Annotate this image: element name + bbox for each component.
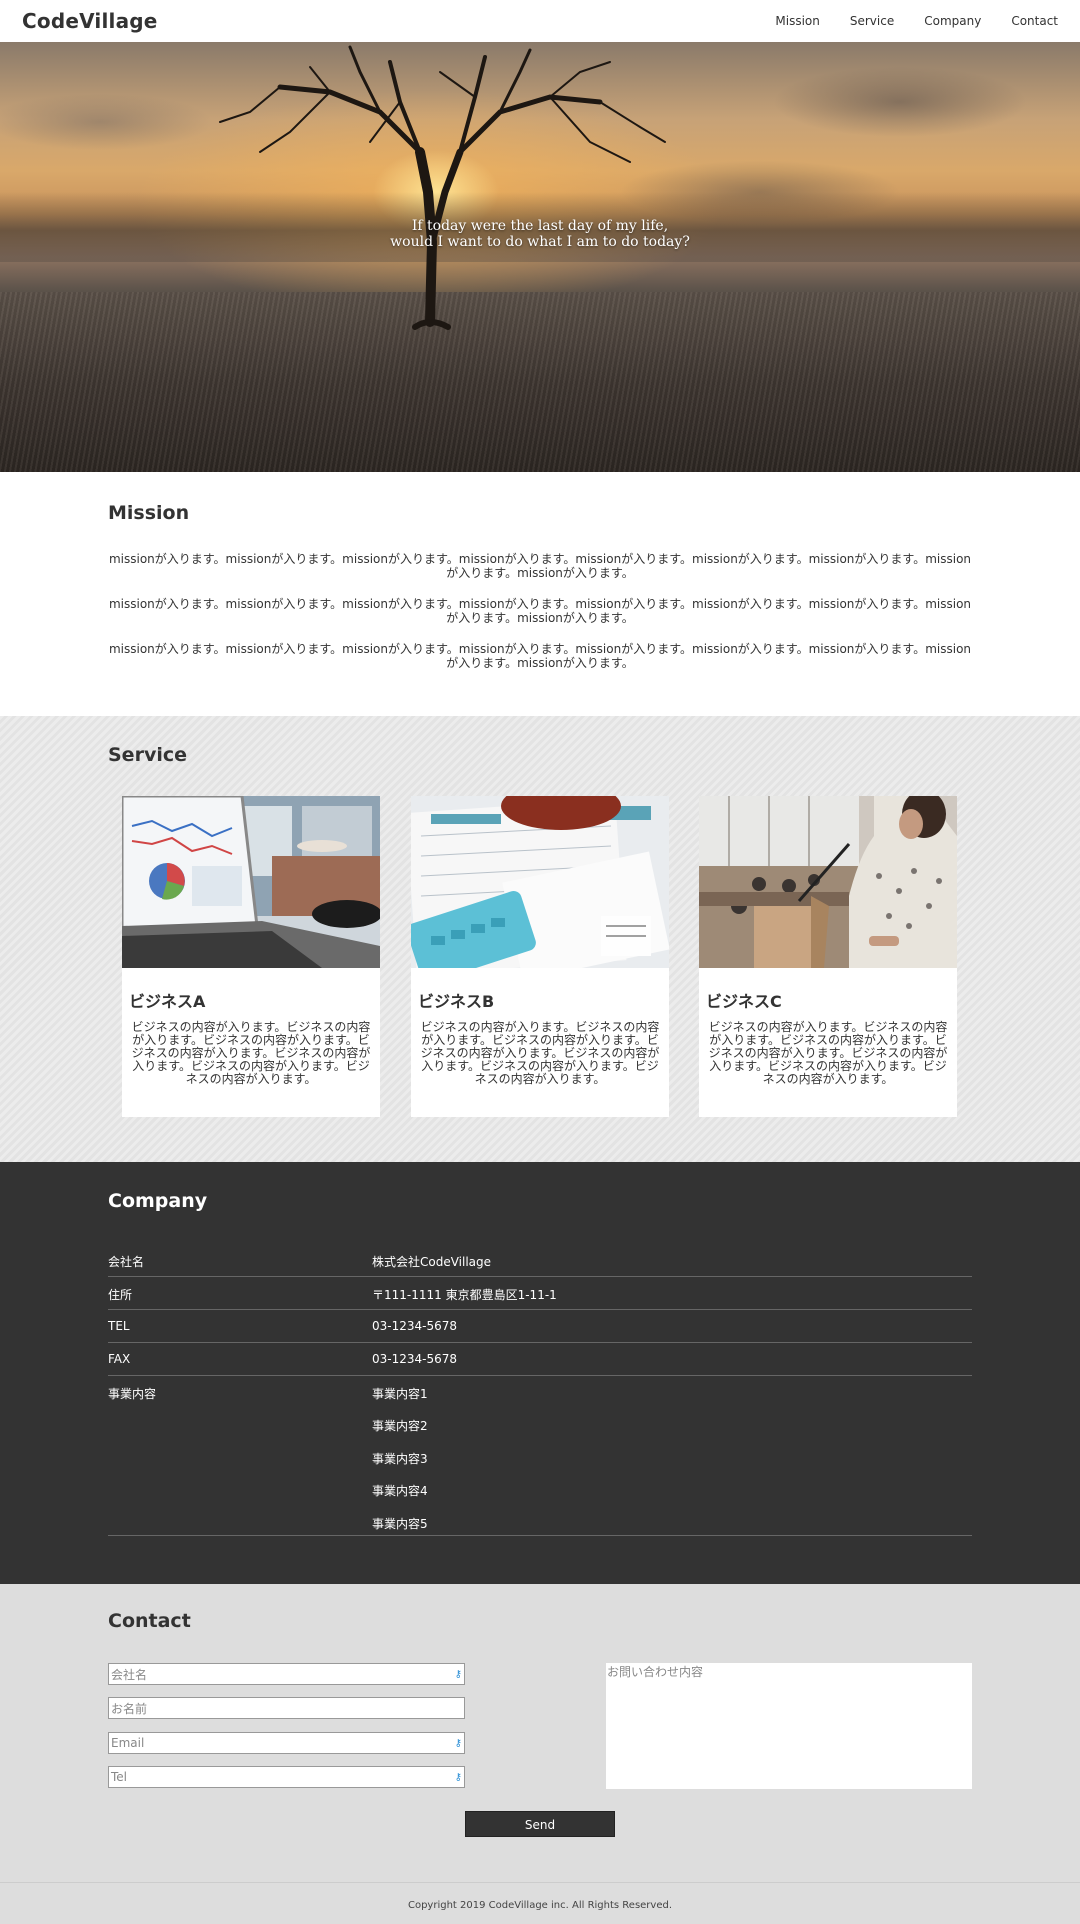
service-card-title: ビジネスC <box>706 992 782 1011</box>
nav-link-company[interactable]: Company <box>924 14 981 28</box>
message-placeholder: お問い合わせ内容 <box>607 1665 704 1679</box>
name-placeholder: お名前 <box>111 1701 148 1716</box>
company-row-label: 会社名 <box>108 1255 145 1269</box>
business-item: 事業内容3 <box>372 1452 428 1466</box>
company-name-input[interactable]: 会社名 ⚷ <box>108 1663 465 1685</box>
contact-section: Contact 会社名 ⚷ お名前 Email ⚷ Tel ⚷ お問い合わせ内容… <box>0 1584 1080 1924</box>
tel-placeholder: Tel <box>111 1770 128 1784</box>
service-title: Service <box>108 744 187 766</box>
service-card-title: ビジネスB <box>418 992 495 1011</box>
company-row: TEL 03-1234-5678 <box>108 1310 972 1343</box>
laptop-chart-image <box>122 796 380 968</box>
business-item: 事業内容1 <box>372 1387 428 1401</box>
footer-divider <box>0 1882 1080 1883</box>
service-card-a: ビジネスA ビジネスの内容が入ります。ビジネスの内容が入ります。ビジネスの内容が… <box>122 796 380 1117</box>
company-row-label: TEL <box>108 1319 130 1333</box>
company-row-value: 株式会社CodeVillage <box>372 1255 492 1269</box>
company-row: 事業内容 事業内容1 事業内容2 事業内容3 事業内容4 事業内容5 <box>108 1376 972 1536</box>
service-card-b: ビジネスB ビジネスの内容が入ります。ビジネスの内容が入ります。ビジネスの内容が… <box>411 796 669 1117</box>
nav-link-service[interactable]: Service <box>850 14 894 28</box>
email-input[interactable]: Email ⚷ <box>108 1732 465 1754</box>
company-row-label: FAX <box>108 1352 131 1366</box>
mission-title: Mission <box>108 502 190 524</box>
copyright-text: Copyright 2019 CodeVillage inc. All Righ… <box>407 1900 673 1911</box>
company-row-value: 03-1234-5678 <box>372 1319 458 1333</box>
company-row-label: 事業内容 <box>108 1387 157 1401</box>
service-card-text: ビジネスの内容が入ります。ビジネスの内容が入ります。ビジネスの内容が入ります。ビ… <box>131 1020 371 1086</box>
hero-quote: If today were the last day of my life, w… <box>0 218 1080 250</box>
mission-paragraph: missionが入ります。missionが入ります。missionが入ります。m… <box>108 597 972 625</box>
company-row: 会社名 株式会社CodeVillage <box>108 1249 972 1277</box>
mission-paragraph: missionが入ります。missionが入ります。missionが入ります。m… <box>108 552 972 580</box>
name-input[interactable]: お名前 <box>108 1697 465 1719</box>
key-icon[interactable]: ⚷ <box>455 1738 462 1749</box>
company-section: Company 会社名 株式会社CodeVillage 住所 〒111-1111… <box>0 1162 1080 1584</box>
service-card-text: ビジネスの内容が入ります。ビジネスの内容が入ります。ビジネスの内容が入ります。ビ… <box>420 1020 660 1086</box>
presentation-image <box>699 796 957 968</box>
company-title: Company <box>108 1190 208 1212</box>
email-placeholder: Email <box>111 1736 145 1750</box>
company-row-label: 住所 <box>108 1288 133 1302</box>
business-item: 事業内容2 <box>372 1419 428 1433</box>
hero-image: If today were the last day of my life, w… <box>0 42 1080 472</box>
tel-input[interactable]: Tel ⚷ <box>108 1766 465 1788</box>
site-header: CodeVillage Mission Service Company Cont… <box>0 0 1080 42</box>
calculator-receipts-image <box>411 796 669 968</box>
company-name-placeholder: 会社名 <box>111 1667 148 1682</box>
hero-quote-line-1: If today were the last day of my life, <box>411 218 669 234</box>
key-icon[interactable]: ⚷ <box>455 1772 462 1783</box>
message-textarea[interactable]: お問い合わせ内容 <box>606 1663 972 1789</box>
company-row: FAX 03-1234-5678 <box>108 1343 972 1376</box>
main-nav: Mission Service Company Contact <box>745 14 1058 28</box>
tree-silhouette <box>219 45 666 330</box>
site-logo[interactable]: CodeVillage <box>22 9 158 33</box>
mission-paragraph: missionが入ります。missionが入ります。missionが入ります。m… <box>108 642 972 670</box>
contact-title: Contact <box>108 1610 191 1632</box>
company-row-value: 03-1234-5678 <box>372 1352 458 1366</box>
service-card-text: ビジネスの内容が入ります。ビジネスの内容が入ります。ビジネスの内容が入ります。ビ… <box>708 1020 948 1086</box>
company-row-value: 〒111-1111 東京都豊島区1-11-1 <box>372 1288 557 1302</box>
mission-section: Mission missionが入ります。missionが入ります。missio… <box>0 472 1080 716</box>
hero-quote-line-2: would I want to do what I am to do today… <box>390 234 690 250</box>
business-item: 事業内容4 <box>372 1484 428 1498</box>
business-item: 事業内容5 <box>372 1517 428 1531</box>
service-card-title: ビジネスA <box>129 992 206 1011</box>
nav-link-mission[interactable]: Mission <box>775 14 819 28</box>
send-button[interactable]: Send <box>465 1811 615 1837</box>
company-row: 住所 〒111-1111 東京都豊島区1-11-1 <box>108 1277 972 1310</box>
key-icon[interactable]: ⚷ <box>455 1669 462 1680</box>
service-section: Service ビジネスA ビジネスの内容が入ります。ビジネスの内容が入ります。… <box>0 716 1080 1162</box>
nav-link-contact[interactable]: Contact <box>1011 14 1058 28</box>
service-card-c: ビジネスC ビジネスの内容が入ります。ビジネスの内容が入ります。ビジネスの内容が… <box>699 796 957 1117</box>
